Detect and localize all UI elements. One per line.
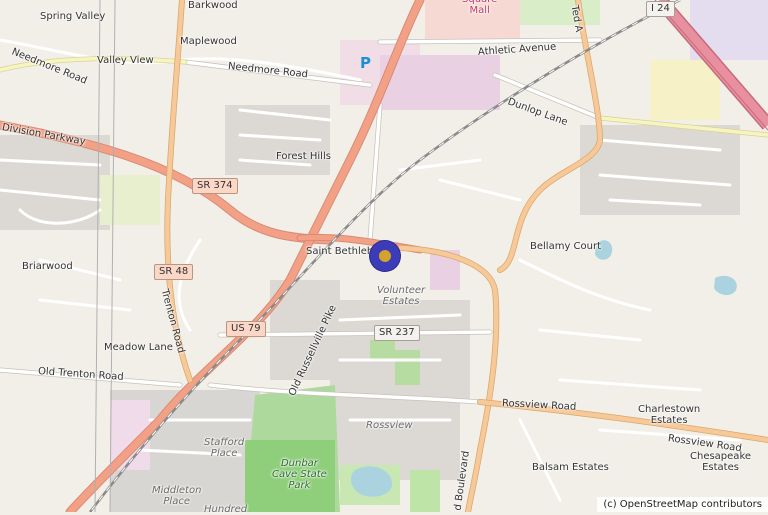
park-area xyxy=(370,340,395,360)
area-label-middleton-place: Middleton Place xyxy=(152,485,202,507)
place-label-square-mall: Square Mall xyxy=(462,0,497,16)
parking-icon: P xyxy=(360,54,371,72)
retail-area xyxy=(380,55,500,110)
place-label-maplewood: Maplewood xyxy=(180,36,237,47)
place-label-charlestown-estates: Charlestown Estates xyxy=(638,404,701,426)
location-marker-center xyxy=(379,250,391,262)
place-label-barkwood: Barkwood xyxy=(188,0,238,11)
place-label-spring-valley: Spring Valley xyxy=(40,11,106,22)
route-shield-sr48: SR 48 xyxy=(154,264,194,280)
place-label-briarwood: Briarwood xyxy=(22,261,73,272)
park-area xyxy=(395,350,420,385)
area-label-stafford-place: Stafford Place xyxy=(204,437,245,459)
park-label-dunbar-cave: Dunbar Cave State Park xyxy=(272,458,327,491)
place-label-bellamy-court: Bellamy Court xyxy=(530,241,602,252)
route-shield-sr237: SR 237 xyxy=(374,325,420,341)
map-attribution: (c) OpenStreetMap contributors xyxy=(597,497,768,512)
place-label-valley-view: Valley View xyxy=(97,55,154,66)
place-label-balsam-estates: Balsam Estates xyxy=(532,462,609,473)
industrial-area xyxy=(650,60,720,120)
area-label-rossview: Rossview xyxy=(366,420,413,431)
place-label-chesapeake-estates: Chesapeake Estates xyxy=(690,451,752,473)
area-label-hundred: Hundred xyxy=(204,504,248,515)
place-label-meadow-lane: Meadow Lane xyxy=(104,342,173,353)
water-area xyxy=(714,275,737,296)
grass-area xyxy=(520,0,600,25)
area-label-volunteer-estates: Volunteer Estates xyxy=(377,285,426,307)
route-shield-i24: I 24 xyxy=(646,1,675,17)
park-area xyxy=(410,470,440,512)
grass-area xyxy=(100,175,160,225)
route-shield-sr374: SR 374 xyxy=(192,178,238,194)
location-marker-icon[interactable] xyxy=(370,241,400,271)
place-label-forest-hills: Forest Hills xyxy=(276,151,331,162)
route-shield-us79: US 79 xyxy=(226,321,266,337)
